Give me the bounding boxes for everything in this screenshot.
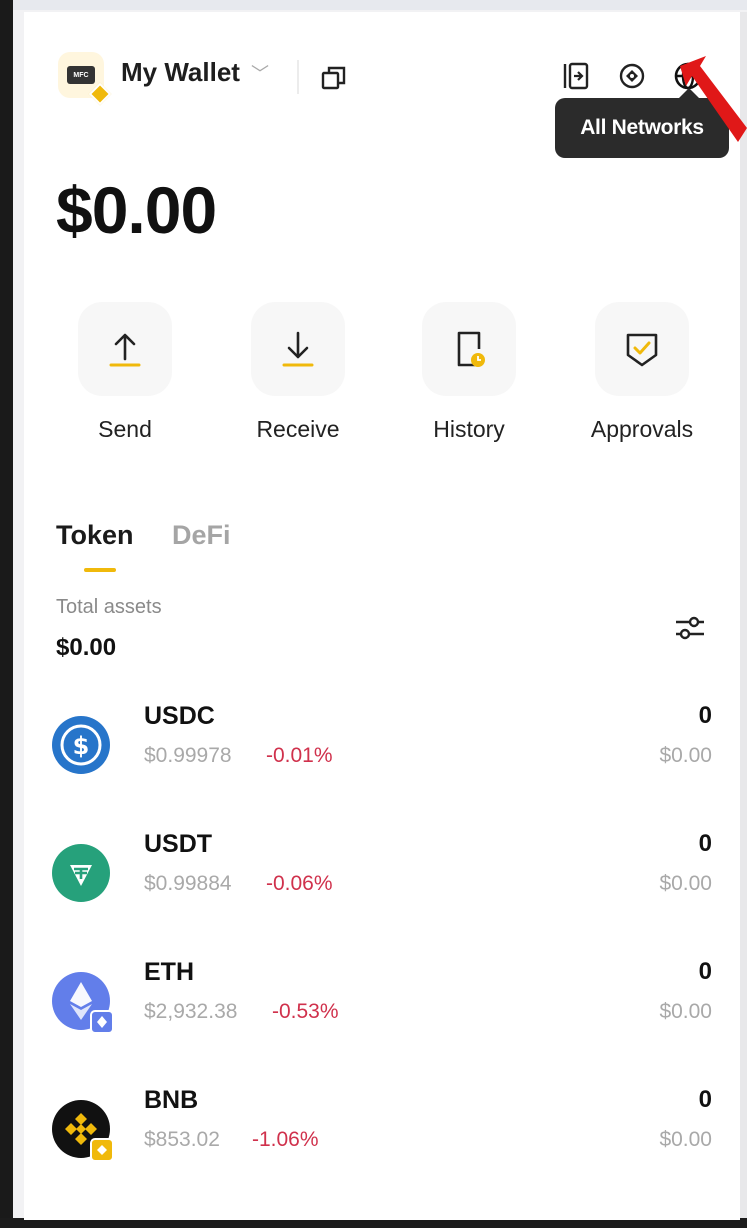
total-assets-value: $0.00 bbox=[56, 634, 117, 661]
approvals-button[interactable] bbox=[595, 302, 689, 396]
token-value: $0.00 bbox=[659, 744, 712, 767]
wallet-name[interactable]: My Wallet bbox=[121, 57, 240, 88]
token-change: -0.06% bbox=[266, 872, 333, 895]
discover-button[interactable] bbox=[612, 56, 652, 96]
token-row-bnb[interactable]: BNB $853.02 -1.06% 0 $0.00 bbox=[24, 1086, 740, 1196]
token-amount: 0 bbox=[698, 958, 712, 985]
token-symbol: BNB bbox=[144, 1086, 199, 1114]
background-window-top bbox=[13, 0, 747, 10]
token-change: -1.06% bbox=[252, 1128, 319, 1151]
header-divider bbox=[297, 60, 299, 94]
token-change: -0.01% bbox=[266, 744, 333, 767]
eth-icon bbox=[52, 972, 114, 1034]
copy-icon bbox=[321, 66, 346, 90]
history-action[interactable]: History bbox=[394, 302, 544, 443]
token-value: $0.00 bbox=[659, 872, 712, 895]
annotation-arrow-icon bbox=[680, 56, 747, 142]
background-window-right bbox=[740, 12, 747, 1220]
compass-icon bbox=[619, 63, 645, 89]
token-row-eth[interactable]: ETH $2,932.38 -0.53% 0 $0.00 bbox=[24, 958, 740, 1068]
token-price: $0.99884 bbox=[144, 872, 232, 895]
usdc-icon: $ bbox=[52, 716, 110, 774]
wallet-logo-card: MFC bbox=[67, 66, 95, 84]
usdt-icon bbox=[52, 844, 110, 902]
token-symbol: USDT bbox=[144, 830, 213, 858]
token-price: $0.99978 bbox=[144, 744, 232, 767]
token-symbol: USDC bbox=[144, 702, 215, 730]
filter-sliders-icon bbox=[676, 616, 704, 640]
filter-button[interactable] bbox=[672, 610, 708, 646]
send-button[interactable] bbox=[78, 302, 172, 396]
send-action[interactable]: Send bbox=[50, 302, 200, 443]
receive-action[interactable]: Receive bbox=[223, 302, 373, 443]
approvals-label: Approvals bbox=[590, 416, 694, 442]
bnb-icon bbox=[52, 1100, 114, 1162]
token-value: $0.00 bbox=[659, 1128, 712, 1151]
token-amount: 0 bbox=[698, 1086, 712, 1113]
token-amount: 0 bbox=[698, 702, 712, 729]
receive-label: Receive bbox=[256, 416, 340, 442]
wallet-panel: MFC My Wallet ﹀ All Networks $0.00 Send … bbox=[24, 12, 740, 1220]
token-price: $853.02 bbox=[144, 1128, 220, 1151]
receive-button[interactable] bbox=[251, 302, 345, 396]
history-label: History bbox=[433, 416, 505, 442]
history-button[interactable] bbox=[422, 302, 516, 396]
token-symbol: ETH bbox=[144, 958, 194, 986]
active-tab-indicator bbox=[84, 568, 116, 572]
token-row-usdc[interactable]: $ USDC $0.99978 -0.01% 0 $0.00 bbox=[24, 702, 740, 812]
chevron-down-icon[interactable]: ﹀ bbox=[251, 60, 269, 86]
token-value: $0.00 bbox=[659, 1000, 712, 1023]
total-balance: $0.00 bbox=[56, 173, 217, 247]
ethereum-network-badge-icon bbox=[90, 1010, 114, 1034]
receive-arrow-down-icon bbox=[282, 331, 314, 367]
total-assets-label: Total assets bbox=[56, 596, 162, 618]
tab-defi[interactable]: DeFi bbox=[172, 520, 231, 551]
sidebar-panel-icon bbox=[563, 62, 589, 90]
token-change: -0.53% bbox=[272, 1000, 339, 1023]
send-label: Send bbox=[98, 416, 152, 442]
svg-text:$: $ bbox=[73, 732, 90, 760]
approvals-action[interactable]: Approvals bbox=[567, 302, 717, 443]
token-amount: 0 bbox=[698, 830, 712, 857]
token-price: $2,932.38 bbox=[144, 1000, 238, 1023]
copy-address-button[interactable] bbox=[314, 58, 354, 98]
send-arrow-up-icon bbox=[109, 333, 141, 367]
bnb-chain-badge-icon bbox=[90, 1138, 114, 1162]
history-clock-icon bbox=[457, 331, 485, 367]
approvals-shield-icon bbox=[626, 333, 658, 367]
background-window-edge bbox=[0, 0, 13, 1228]
token-row-usdt[interactable]: USDT $0.99884 -0.06% 0 $0.00 bbox=[24, 830, 740, 940]
tab-token[interactable]: Token bbox=[56, 520, 134, 551]
wallet-avatar[interactable]: MFC bbox=[58, 52, 112, 106]
binance-badge-icon bbox=[88, 82, 112, 106]
sidebar-mode-button[interactable] bbox=[556, 56, 596, 96]
